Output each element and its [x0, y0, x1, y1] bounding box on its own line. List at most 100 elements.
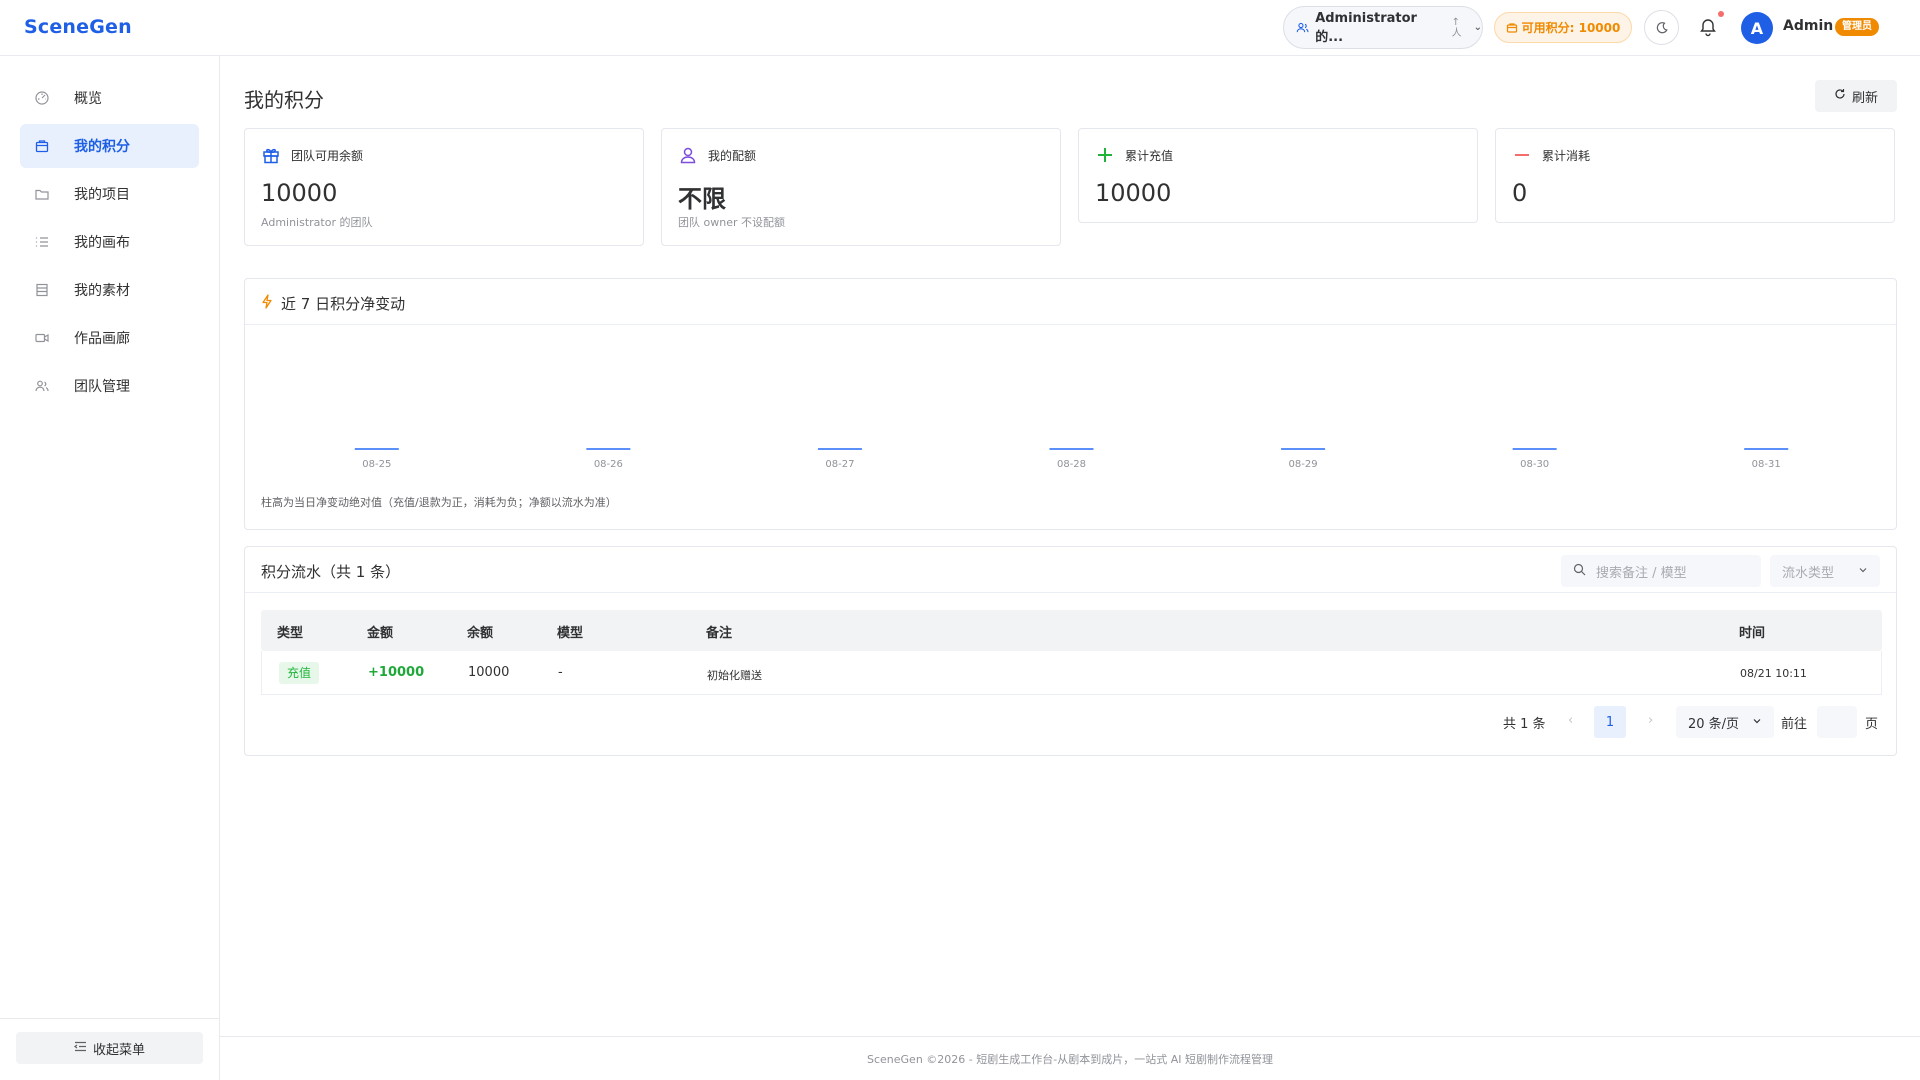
- sidebar-divider: [0, 1018, 220, 1019]
- pagination-total: 共 1 条: [1503, 717, 1546, 732]
- sidebar: 概览 我的积分 我的项目 我的画布 我的素材 作品画廊 团队管理 收起菜单: [0, 56, 220, 1080]
- total-recharge-value: 10000: [1095, 179, 1172, 207]
- wallet-icon: [34, 138, 50, 154]
- x-tick-label: 08-26: [594, 459, 623, 470]
- chart-bar[interactable]: [1512, 448, 1557, 450]
- page-title: 我的积分: [244, 88, 324, 112]
- column-header[interactable]: 类型: [277, 622, 303, 641]
- pagination-next-button[interactable]: ›: [1648, 713, 1653, 728]
- refresh-icon: [1834, 88, 1846, 104]
- chart-bar[interactable]: [1744, 448, 1789, 450]
- points-badge[interactable]: 可用积分: 10000: [1494, 12, 1632, 43]
- pagination-prev-button[interactable]: ‹: [1568, 713, 1573, 728]
- column-header[interactable]: 模型: [557, 622, 583, 641]
- collapse-menu-button[interactable]: 收起菜单: [16, 1032, 203, 1064]
- sidebar-item-label: 团队管理: [74, 379, 130, 395]
- moon-icon: [1656, 21, 1668, 33]
- user-icon: [678, 145, 698, 165]
- x-tick-label: 08-25: [362, 459, 391, 470]
- pagination-page-1[interactable]: 1: [1594, 706, 1626, 738]
- stat-card-total-recharge: 累计充值 10000: [1078, 128, 1478, 223]
- chart-bar[interactable]: [1049, 448, 1094, 450]
- dashboard-icon: [34, 90, 50, 106]
- sidebar-item-overview[interactable]: 概览: [20, 76, 199, 120]
- plus-icon: [1095, 145, 1115, 165]
- ledger-panel-header: 积分流水（共 1 条） 搜索备注 / 模型 流水类型: [245, 547, 1896, 593]
- table-row[interactable]: 充值 +10000 10000 - 初始化赠送 08/21 10:11: [261, 651, 1882, 695]
- stat-card-my-quota: 我的配额 不限 团队 owner 不设配额: [661, 128, 1061, 246]
- x-tick-label: 08-27: [825, 459, 854, 470]
- team-icon: [1296, 22, 1309, 32]
- sidebar-item-label: 我的素材: [74, 283, 130, 299]
- team-name: Administrator 的...: [1315, 10, 1417, 45]
- trend-panel: 近 7 日积分净变动 08-25 08-26 08-27 08-28 08-29 08-3…: [244, 278, 1897, 530]
- role-badge: 管理员: [1835, 18, 1879, 36]
- list-icon: [34, 234, 50, 250]
- search-input[interactable]: 搜索备注 / 模型: [1561, 555, 1761, 587]
- document-icon: [34, 282, 50, 298]
- app-logo[interactable]: SceneGen: [24, 16, 132, 38]
- sidebar-item-team[interactable]: 团队管理: [20, 364, 199, 408]
- type-tag: 充值: [279, 662, 320, 684]
- sidebar-item-points[interactable]: 我的积分: [20, 124, 199, 168]
- top-header: SceneGen Administrator 的... ↑ 人 ⌄ 可用积分: …: [0, 0, 1920, 56]
- balance-cell: 10000: [468, 665, 510, 680]
- refresh-button[interactable]: 刷新: [1815, 80, 1897, 112]
- minus-icon: [1512, 145, 1532, 165]
- chart-bar[interactable]: [354, 448, 399, 450]
- gift-icon: [261, 145, 281, 165]
- my-quota-sub: 团队 owner 不设配额: [678, 216, 785, 229]
- notification-dot: [1718, 11, 1724, 17]
- avatar[interactable]: A: [1741, 12, 1773, 44]
- amount-cell: +10000: [368, 665, 425, 680]
- column-header[interactable]: 时间: [1739, 622, 1765, 641]
- column-header[interactable]: 金额: [367, 622, 393, 641]
- x-tick-label: 08-28: [1057, 459, 1086, 470]
- x-tick-label: 08-30: [1520, 459, 1549, 470]
- ledger-type-select[interactable]: 流水类型: [1770, 555, 1880, 587]
- x-tick-label: 08-29: [1289, 459, 1318, 470]
- column-header[interactable]: 备注: [706, 622, 732, 641]
- chart-bar[interactable]: [1281, 448, 1326, 450]
- lightning-icon: [261, 294, 273, 313]
- team-balance-value: 10000: [261, 179, 338, 207]
- video-icon: [34, 330, 50, 346]
- stat-card-team-balance: 团队可用余额 10000 Administrator 的团队: [244, 128, 644, 246]
- sidebar-item-canvas[interactable]: 我的画布: [20, 220, 199, 264]
- my-quota-value: 不限: [678, 185, 726, 213]
- sidebar-item-assets[interactable]: 我的素材: [20, 268, 199, 312]
- search-icon: [1573, 563, 1586, 580]
- page-size-select[interactable]: 20 条/页: [1676, 706, 1774, 738]
- time-cell: 08/21 10:11: [1740, 667, 1807, 680]
- bell-icon[interactable]: [1697, 16, 1719, 38]
- theme-toggle-button[interactable]: [1644, 10, 1679, 45]
- username[interactable]: Admin: [1783, 18, 1833, 34]
- sidebar-item-label: 我的积分: [74, 139, 130, 155]
- chart-bar[interactable]: [817, 448, 862, 450]
- pagination-goto-input[interactable]: [1817, 706, 1857, 738]
- sidebar-item-label: 作品画廊: [74, 331, 130, 347]
- total-consumption-value: 0: [1512, 179, 1528, 207]
- sidebar-item-label: 概览: [74, 91, 102, 107]
- menu-fold-icon: [73, 1040, 87, 1057]
- sidebar-item-label: 我的画布: [74, 235, 130, 251]
- team-switcher[interactable]: Administrator 的... ↑ 人 ⌄: [1283, 6, 1483, 49]
- chevron-down-icon: [1858, 564, 1868, 579]
- chart-note: 柱高为当日净变动绝对值（充值/退款为正，消耗为负；净额以流水为准）: [261, 496, 617, 509]
- trend-panel-header: 近 7 日积分净变动: [245, 279, 1896, 325]
- team-balance-sub: Administrator 的团队: [261, 216, 373, 229]
- x-tick-label: 08-31: [1752, 459, 1781, 470]
- ledger-panel: 积分流水（共 1 条） 搜索备注 / 模型 流水类型 类型 金额 余额 模型 备…: [244, 546, 1897, 756]
- note-cell: 初始化赠送: [707, 669, 762, 682]
- sidebar-item-projects[interactable]: 我的项目: [20, 172, 199, 216]
- chart-bar[interactable]: [586, 448, 631, 450]
- chevron-down-icon: [1752, 715, 1762, 730]
- folder-icon: [34, 186, 50, 202]
- sort-icon: ↑ 人: [1451, 16, 1462, 39]
- ledger-title: 积分流水（共 1 条）: [261, 563, 401, 581]
- sidebar-item-label: 我的项目: [74, 187, 130, 203]
- chevron-down-icon: ⌄: [1473, 22, 1482, 33]
- column-header[interactable]: 余额: [467, 622, 493, 641]
- trend-bar-chart: 08-25 08-26 08-27 08-28 08-29 08-30 08-31: [354, 448, 1789, 470]
- sidebar-item-gallery[interactable]: 作品画廊: [20, 316, 199, 360]
